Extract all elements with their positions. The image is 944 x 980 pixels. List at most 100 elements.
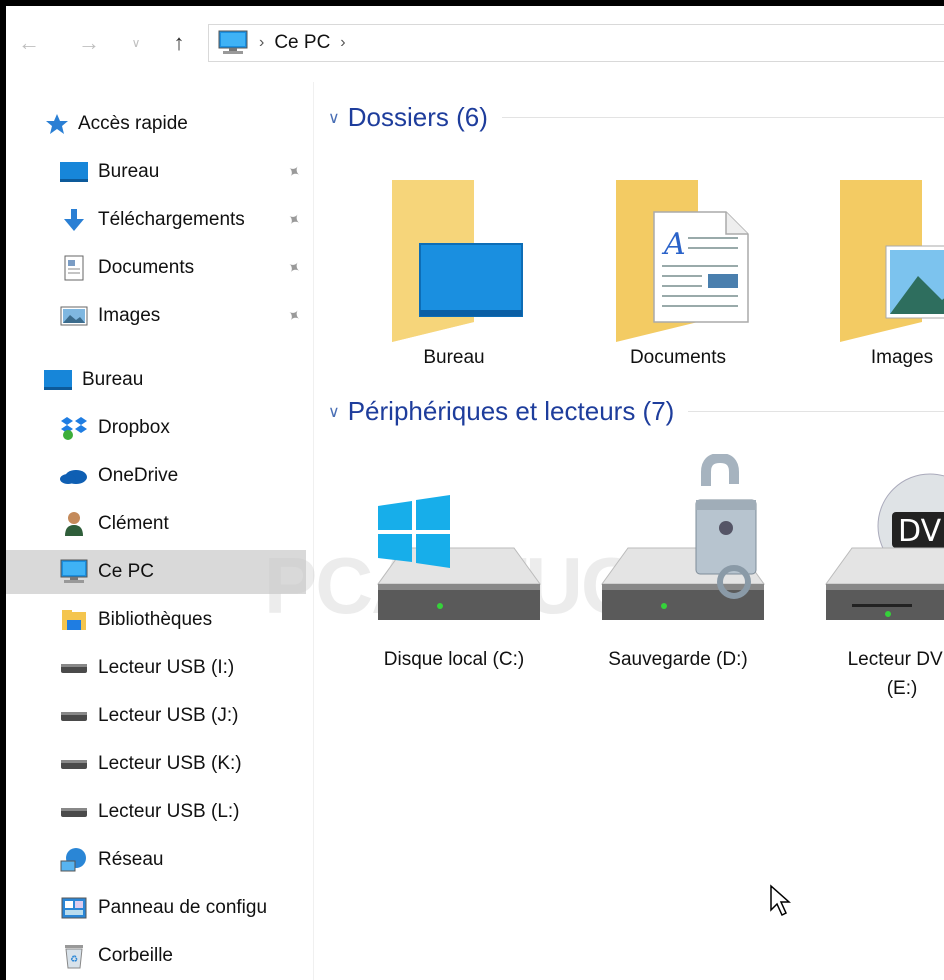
recycle-bin-icon: ♻ [58, 942, 90, 970]
arrow-up-icon: ↑ [173, 30, 185, 55]
dvd-badge: DVD [898, 514, 944, 549]
sidebar-item-bureau[interactable]: Bureau [42, 358, 306, 402]
sidebar-item-quick-bureau[interactable]: Bureau ✦ [58, 150, 306, 194]
sidebar-item-label: Lecteur USB (L:) [98, 801, 240, 822]
sidebar-item-label: Corbeille [98, 945, 173, 966]
sidebar-item-label: Bibliothèques [98, 609, 213, 630]
mouse-cursor-icon [770, 884, 791, 917]
tile-label: Sauvegarde (D:) [608, 649, 748, 670]
tile-label: Disque local (C:) [383, 649, 525, 670]
desktop-icon [42, 366, 74, 394]
dvd-drive-icon: DVD [825, 473, 944, 620]
sidebar-item-dropbox[interactable]: Dropbox [58, 406, 306, 450]
divider [501, 117, 944, 118]
sidebar-item-onedrive[interactable]: OneDrive [58, 454, 306, 498]
locked-drive-icon [601, 454, 765, 620]
tile-label-line1: Lecteur DVD [847, 649, 944, 670]
user-icon [58, 510, 90, 538]
sidebar-item-label: Bureau [82, 369, 144, 390]
sidebar-item-usb-j[interactable]: Lecteur USB (J:) [58, 694, 306, 738]
windows-drive-icon [377, 495, 541, 620]
sidebar-item-label: Accès rapide [78, 113, 188, 134]
up-button[interactable]: ↑ [164, 28, 194, 58]
star-icon [42, 110, 72, 138]
sidebar-item-label: Bureau [98, 161, 160, 182]
pin-icon[interactable]: ✦ [282, 208, 304, 232]
sidebar-item-label: Images [98, 305, 161, 326]
dropbox-icon [58, 414, 90, 442]
computer-icon [218, 30, 248, 54]
sidebar-item-usb-i[interactable]: Lecteur USB (I:) [58, 646, 306, 690]
sidebar-item-label: Lecteur USB (K:) [98, 753, 242, 774]
desktop-folder-icon [392, 180, 523, 342]
arrow-right-icon: → [78, 30, 100, 55]
content-pane: PCASTUCES ∨ Dossiers (6) Bureau A [264, 82, 944, 980]
sidebar-item-label: Ce PC [98, 561, 154, 582]
sidebar-item-label: Réseau [98, 849, 164, 870]
onedrive-icon [58, 462, 90, 490]
drive-tile-c[interactable]: Disque local (C:) [354, 454, 554, 714]
usb-drive-icon [58, 654, 90, 682]
group-header-folders[interactable]: ∨ Dossiers (6) [328, 102, 944, 133]
sidebar-item-usb-l[interactable]: Lecteur USB (L:) [58, 790, 306, 834]
sidebar-item-label: Dropbox [98, 417, 170, 438]
svg-text:A: A [661, 227, 686, 262]
sidebar-item-quick-telechargements[interactable]: Téléchargements ✦ [58, 198, 306, 242]
sidebar-item-bibliotheques[interactable]: Bibliothèques [58, 598, 306, 642]
sidebar-item-label: OneDrive [98, 465, 179, 486]
pin-icon[interactable]: ✦ [282, 304, 304, 328]
sidebar-item-clement[interactable]: Clément [58, 502, 306, 546]
computer-icon [58, 558, 90, 586]
pin-icon[interactable]: ✦ [282, 256, 304, 280]
sidebar-item-quick-access[interactable]: Accès rapide [42, 102, 306, 146]
sidebar-item-label: Clément [98, 513, 169, 534]
file-explorer-window: ← → ∨ ↑ › Ce PC › Accès rapide Bureau ✦ … [6, 6, 944, 980]
tile-label: Lecteur DVD (E:) [802, 644, 944, 702]
folder-tile-bureau[interactable]: Bureau [354, 172, 554, 392]
drive-tile-e[interactable]: DVD Lecteur DVD (E:) [802, 454, 944, 714]
recent-locations-button[interactable]: ∨ [126, 28, 146, 58]
tile-label-line2: (E:) [886, 678, 918, 699]
documents-folder-icon: A [616, 180, 749, 342]
drive-tile-d[interactable]: Sauvegarde (D:) [578, 454, 778, 714]
sidebar-item-corbeille[interactable]: ♻ Corbeille [58, 934, 306, 978]
libraries-icon [58, 606, 90, 634]
address-bar[interactable]: › Ce PC › [208, 24, 944, 62]
tile-label: Images [870, 347, 934, 368]
sidebar-item-usb-k[interactable]: Lecteur USB (K:) [58, 742, 306, 786]
network-icon [58, 846, 90, 874]
group-title: Périphériques et lecteurs (7) [347, 396, 675, 426]
folder-tile-documents[interactable]: A Documents [578, 172, 778, 392]
breadcrumb-separator[interactable]: › [259, 34, 264, 52]
images-folder-icon [840, 180, 944, 342]
arrow-left-icon: ← [18, 30, 40, 55]
chevron-down-icon[interactable]: ∨ [328, 402, 340, 422]
group-header-drives[interactable]: ∨ Périphériques et lecteurs (7) [328, 396, 944, 427]
desktop-icon [58, 158, 90, 186]
download-icon [58, 206, 90, 234]
chevron-down-icon[interactable]: ∨ [328, 108, 340, 128]
sidebar-item-label: Lecteur USB (I:) [98, 657, 235, 678]
group-title: Dossiers (6) [347, 102, 488, 132]
sidebar-item-panneau[interactable]: Panneau de configu [58, 886, 306, 930]
address-toolbar: ← → ∨ ↑ › Ce PC › [6, 6, 944, 82]
divider [688, 411, 944, 412]
pin-icon[interactable]: ✦ [282, 160, 304, 184]
sidebar-item-label: Panneau de configu [98, 897, 268, 918]
breadcrumb-separator[interactable]: › [340, 34, 345, 52]
sidebar-item-label: Téléchargements [98, 209, 245, 230]
chevron-down-icon: ∨ [131, 36, 141, 50]
folder-tile-images[interactable]: Images [802, 172, 944, 392]
usb-drive-icon [58, 798, 90, 826]
control-panel-icon [58, 894, 90, 922]
usb-drive-icon [58, 702, 90, 730]
sidebar-item-ce-pc[interactable]: Ce PC [6, 550, 306, 594]
navigation-pane: Accès rapide Bureau ✦ Téléchargements ✦ … [6, 82, 314, 980]
sidebar-item-quick-images[interactable]: Images ✦ [58, 294, 306, 338]
forward-button[interactable]: → [74, 28, 104, 58]
back-button[interactable]: ← [14, 28, 44, 58]
breadcrumb-current[interactable]: Ce PC [274, 32, 330, 54]
sidebar-item-reseau[interactable]: Réseau [58, 838, 306, 882]
sidebar-item-quick-documents[interactable]: Documents ✦ [58, 246, 306, 290]
sidebar-item-label: Lecteur USB (J:) [98, 705, 239, 726]
